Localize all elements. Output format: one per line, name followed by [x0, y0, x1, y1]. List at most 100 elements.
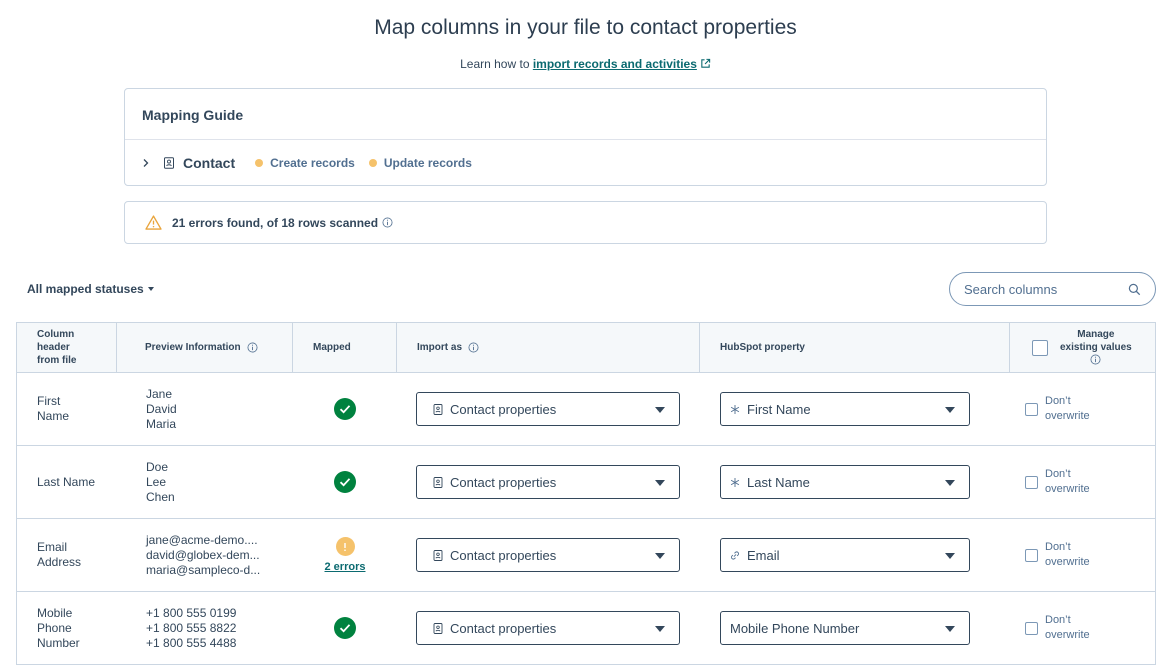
import-as-cell: Contact properties — [397, 373, 700, 445]
dont-overwrite-checkbox[interactable] — [1025, 475, 1038, 489]
hubspot-property-value: Last Name — [747, 474, 810, 490]
column-name-line: Mobile — [37, 605, 73, 620]
preview-value: david@globex-dem... — [146, 547, 260, 562]
external-link-icon[interactable] — [700, 58, 711, 69]
import-as-select[interactable]: Contact properties — [416, 538, 680, 572]
hubspot-property-select[interactable]: Email — [720, 538, 970, 572]
table-row: Last Name Doe Lee Chen Contact propertie… — [17, 446, 1155, 519]
header-hubspot-property: HubSpot property — [700, 323, 1010, 372]
manage-existing-cell: Don’t overwrite — [1010, 519, 1155, 591]
preview-cell: Doe Lee Chen — [117, 446, 293, 518]
guide-contact-row[interactable]: Contact Create records Update records — [125, 140, 1046, 186]
dont-overwrite-label: Don’t — [1045, 614, 1071, 626]
search-columns-box[interactable] — [949, 272, 1156, 306]
column-name-line: Email — [37, 540, 68, 554]
preview-cell: +1 800 555 0199 +1 800 555 8822 +1 800 5… — [117, 592, 293, 664]
info-icon[interactable] — [1090, 354, 1101, 365]
import-as-value: Contact properties — [450, 547, 557, 563]
preview-value: Doe — [146, 459, 169, 474]
header-manage-existing-values: Manage existing values — [1010, 323, 1155, 372]
column-name-line: Phone — [37, 620, 72, 635]
info-icon[interactable] — [247, 342, 258, 353]
create-records-label: Create records — [270, 156, 355, 170]
preview-value: Maria — [146, 416, 177, 431]
import-as-value: Contact properties — [450, 620, 557, 636]
caret-down-icon — [655, 407, 665, 413]
asterisk-icon — [730, 477, 740, 487]
hubspot-property-value: Email — [747, 547, 780, 563]
header-line: header — [37, 342, 70, 353]
status-filter-label: All mapped statuses — [27, 282, 144, 296]
mapping-guide-title: Mapping Guide — [125, 89, 1046, 140]
column-name-line: Name — [37, 409, 70, 423]
import-as-select[interactable]: Contact properties — [416, 611, 680, 645]
manage-existing-cell: Don’t overwrite — [1010, 373, 1155, 445]
guide-object-label: Contact — [183, 155, 236, 171]
mapped-cell: 2 errors — [293, 519, 397, 591]
contact-icon — [433, 476, 443, 488]
hubspot-property-cell: Mobile Phone Number — [700, 592, 1010, 664]
status-filter-dropdown[interactable]: All mapped statuses — [27, 282, 154, 296]
header-mapped: Mapped — [293, 323, 397, 372]
preview-value: Lee — [146, 474, 167, 489]
preview-value: +1 800 555 0199 — [146, 605, 237, 620]
preview-value: jane@acme-demo.... — [146, 532, 258, 547]
hubspot-property-value: Mobile Phone Number — [730, 620, 860, 636]
table-row: Mobile Phone Number +1 800 555 0199 +1 8… — [17, 592, 1155, 665]
errors-link[interactable]: 2 errors — [325, 561, 366, 573]
import-as-value: Contact properties — [450, 401, 557, 417]
update-records-status: Update records — [368, 156, 472, 170]
warning-icon — [145, 215, 162, 230]
search-columns-input[interactable] — [964, 281, 1124, 297]
dont-overwrite-label: Don’t — [1045, 541, 1071, 553]
caret-down-icon — [945, 480, 955, 486]
hubspot-property-cell: Last Name — [700, 446, 1010, 518]
hubspot-property-select[interactable]: First Name — [720, 392, 970, 426]
link-icon — [731, 550, 739, 560]
header-line: Column — [37, 329, 75, 340]
info-icon[interactable] — [468, 342, 479, 353]
preview-value: +1 800 555 8822 — [146, 620, 237, 635]
search-icon[interactable] — [1128, 283, 1141, 296]
import-records-link[interactable]: import records and activities — [533, 57, 697, 71]
caret-down-icon — [655, 480, 665, 486]
caret-down-icon — [945, 407, 955, 413]
preview-value: David — [146, 401, 177, 416]
hubspot-property-select[interactable]: Last Name — [720, 465, 970, 499]
preview-value: Chen — [146, 489, 175, 504]
info-icon[interactable] — [382, 217, 393, 228]
learn-prefix: Learn how to — [460, 57, 533, 71]
import-as-value: Contact properties — [450, 474, 557, 490]
column-name-line: Address — [37, 555, 82, 569]
hubspot-property-select[interactable]: Mobile Phone Number — [720, 611, 970, 645]
dont-overwrite-checkbox[interactable] — [1025, 548, 1038, 562]
import-as-select[interactable]: Contact properties — [416, 392, 680, 426]
header-hubspot-property-label: HubSpot property — [720, 342, 805, 353]
mapped-cell — [293, 446, 397, 518]
column-name-cell: Last Name — [17, 446, 117, 518]
select-all-checkbox[interactable] — [1032, 339, 1048, 356]
contact-icon — [164, 157, 174, 169]
chevron-right-icon[interactable] — [141, 158, 151, 168]
caret-down-icon — [147, 287, 154, 291]
dont-overwrite-checkbox[interactable] — [1025, 621, 1038, 635]
table-row: Email Address jane@acme-demo.... david@g… — [17, 519, 1155, 592]
contact-icon — [433, 403, 443, 415]
hubspot-property-cell: Email — [700, 519, 1010, 591]
header-line: existing values — [1060, 341, 1132, 353]
column-name-cell: First Name — [17, 373, 117, 445]
manage-existing-cell: Don’t overwrite — [1010, 592, 1155, 664]
header-import-as: Import as — [397, 323, 700, 372]
header-preview: Preview Information — [117, 323, 293, 372]
dont-overwrite-checkbox[interactable] — [1025, 402, 1038, 416]
contact-icon — [433, 549, 443, 561]
page-title: Map columns in your file to contact prop… — [374, 16, 797, 39]
dont-overwrite-label: overwrite — [1045, 483, 1090, 495]
yellow-dot-icon — [368, 159, 377, 167]
hubspot-property-value: First Name — [747, 401, 811, 417]
manage-existing-cell: Don’t overwrite — [1010, 446, 1155, 518]
header-import-as-label: Import as — [417, 342, 463, 353]
import-as-select[interactable]: Contact properties — [416, 465, 680, 499]
import-as-cell: Contact properties — [397, 519, 700, 591]
import-as-cell: Contact properties — [397, 446, 700, 518]
